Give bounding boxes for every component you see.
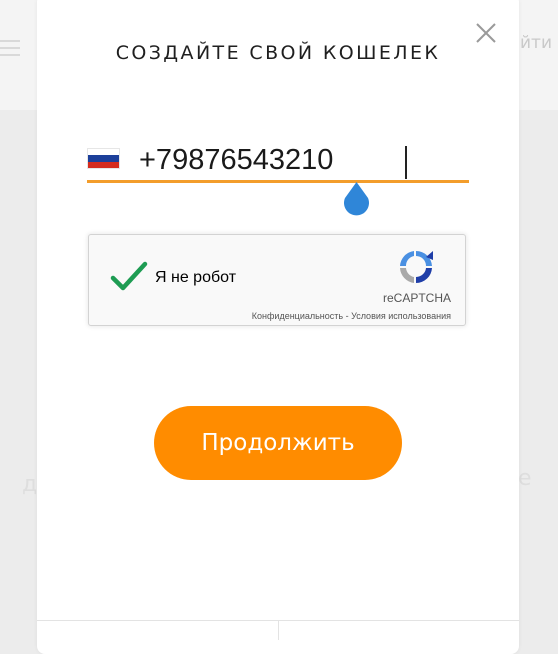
modal-title: СОЗДАЙТЕ СВОЙ КОШЕЛЕК [115, 42, 441, 64]
terms-link[interactable]: Условия использования [351, 311, 451, 321]
text-cursor [405, 146, 407, 179]
phone-input[interactable] [139, 140, 469, 180]
links-separator: - [343, 311, 352, 321]
phone-field [87, 140, 519, 216]
recaptcha-widget: Я не робот reCAPTCHA Конфиденциальность … [88, 234, 466, 326]
footer-divider-vertical [278, 620, 279, 640]
hamburger-menu-icon[interactable] [0, 40, 22, 62]
recaptcha-links: Конфиденциальность - Условия использован… [252, 311, 451, 321]
recaptcha-brand: reCAPTCHA [382, 291, 451, 305]
checkmark-icon[interactable] [109, 260, 149, 294]
russia-flag-icon[interactable] [87, 148, 120, 169]
text-selection-handle-icon[interactable] [341, 182, 372, 216]
phone-input-underline [87, 180, 469, 183]
captcha-label: Я не робот [155, 269, 237, 286]
background-login-link[interactable]: йти [520, 33, 552, 53]
recaptcha-logo-icon [400, 250, 433, 284]
continue-button[interactable]: Продолжить [154, 406, 402, 480]
background-text-fragment-right: е [518, 466, 532, 491]
privacy-link[interactable]: Конфиденциальность [252, 311, 343, 321]
create-wallet-modal: СОЗДАЙТЕ СВОЙ КОШЕЛЕК Я не робот reCAPTC… [37, 0, 519, 654]
background-text-fragment-left: д [22, 472, 38, 497]
